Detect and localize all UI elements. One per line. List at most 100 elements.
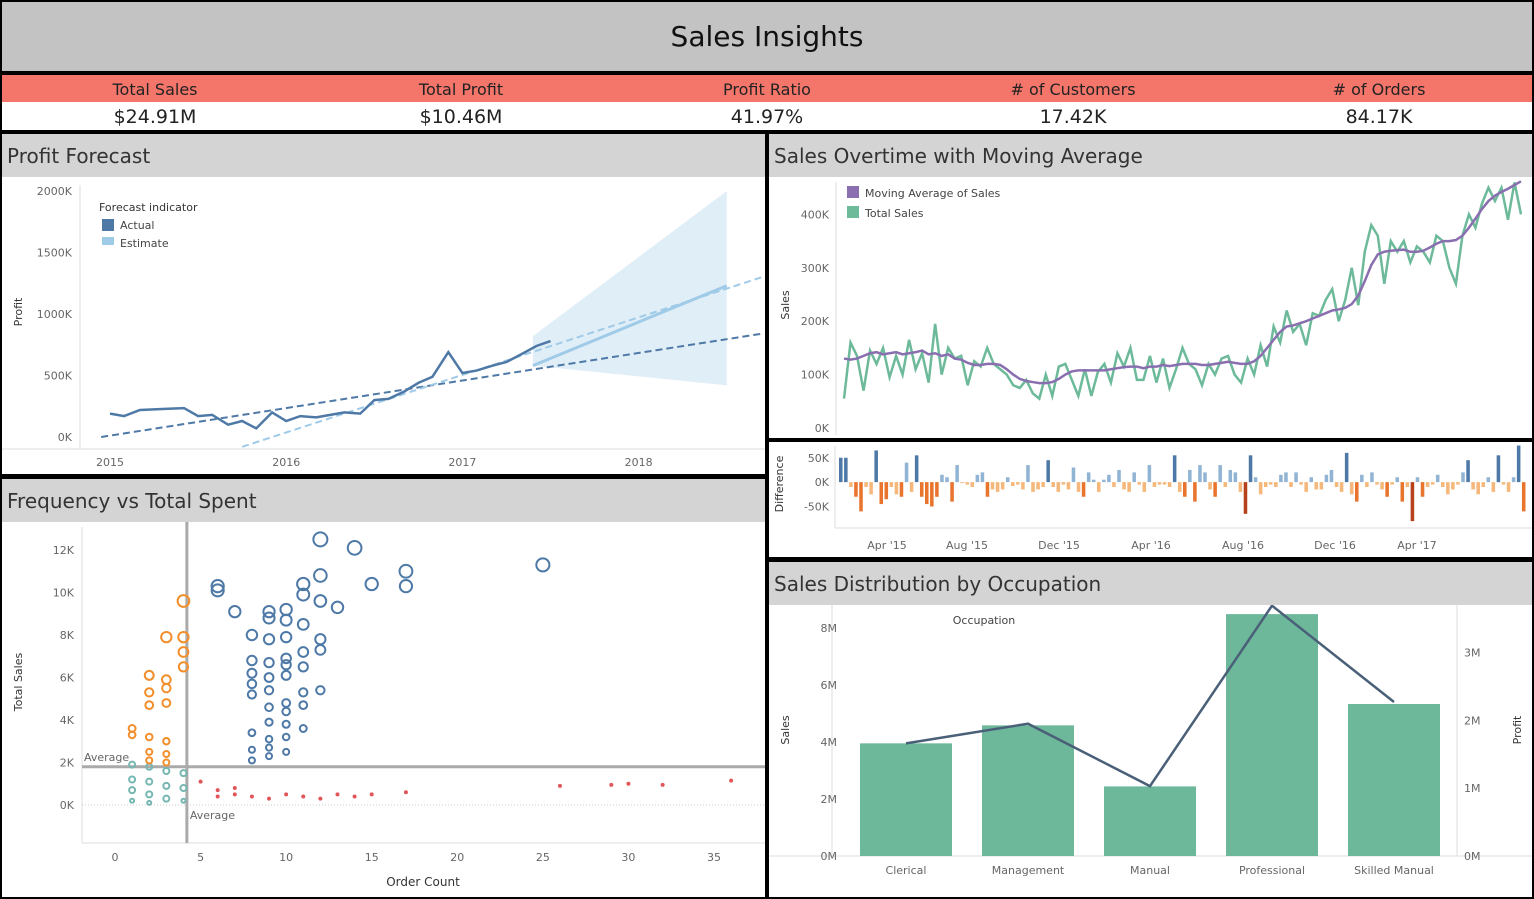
scatter-point <box>215 788 220 793</box>
scatter-point <box>301 794 306 799</box>
kpi-label-orders: # of Orders <box>1332 80 1426 99</box>
scatter-point <box>145 756 154 765</box>
scatter-point <box>263 672 275 683</box>
difference-bar <box>1218 465 1222 483</box>
difference-bar <box>1223 482 1228 487</box>
scatter-point <box>247 745 256 754</box>
scatter-point <box>160 630 173 644</box>
scatter-point <box>314 633 327 646</box>
kpi-value-orders: 84.17K <box>1345 106 1413 128</box>
difference-bar <box>1258 482 1263 495</box>
difference-bar <box>1380 482 1384 490</box>
sales-bar <box>860 743 952 856</box>
difference-bar <box>879 482 884 505</box>
scatter-point <box>398 563 414 579</box>
kpi-value-profit-ratio: 41.97% <box>730 106 804 128</box>
y-tick-label: -50K <box>804 501 830 514</box>
difference-bar <box>1430 482 1435 485</box>
profit-forecast-chart[interactable]: 0K 500K 1000K 1500K 2000K 2015 2016 2017 2018 Pro… <box>2 177 765 474</box>
difference-bar <box>1319 482 1324 490</box>
difference-bar <box>1157 482 1162 485</box>
difference-bar <box>1299 482 1303 485</box>
scatter-point <box>162 737 171 746</box>
difference-bar <box>1441 482 1445 487</box>
scatter-point <box>228 604 242 619</box>
difference-bar <box>975 474 980 483</box>
scatter-point <box>145 747 154 756</box>
scatter-point <box>335 792 340 797</box>
scatter-point <box>280 659 292 671</box>
difference-bar <box>945 477 949 483</box>
difference-bar <box>919 482 924 497</box>
difference-bar <box>1112 482 1116 487</box>
difference-bar <box>1188 469 1192 483</box>
difference-bar <box>1471 482 1475 490</box>
difference-bar <box>1076 482 1081 492</box>
difference-bar <box>1208 482 1212 490</box>
difference-bar <box>899 482 904 497</box>
difference-bar <box>1461 472 1465 483</box>
x-tick-label: 2015 <box>96 456 124 469</box>
difference-bar <box>1360 474 1364 483</box>
difference-bar <box>1016 482 1020 485</box>
y-axis-label: Difference <box>773 455 786 512</box>
difference-bar <box>1142 482 1147 492</box>
scatter-point <box>330 600 345 615</box>
y-tick-label: 100K <box>801 369 830 382</box>
difference-bar <box>1425 482 1430 487</box>
difference-bar <box>849 482 853 487</box>
scatter-point <box>315 685 326 696</box>
difference-bar <box>1365 482 1369 487</box>
y-tick-label: 4K <box>60 714 75 727</box>
difference-bar <box>859 482 863 512</box>
sales-difference-chart[interactable]: 50K 0K -50K Difference Apr '15 Aug '15 Dec '15… <box>769 442 1532 557</box>
difference-bar <box>1177 482 1182 492</box>
difference-bar <box>1420 482 1425 497</box>
scatter-point <box>246 689 257 700</box>
scatter-point <box>262 633 276 646</box>
sales-overtime-chart[interactable]: 0K 100K 200K 300K 400K Sales Moving Average of… <box>769 177 1532 438</box>
kpi-label-band: Total Sales Total Profit Profit Ratio # … <box>2 75 1532 102</box>
difference-bar <box>1395 477 1400 483</box>
scatter-point <box>127 730 137 740</box>
difference-bar <box>1456 482 1460 485</box>
occupation-chart[interactable]: 0M 2M 4M 6M 8M 0M 1M 2M 3M Sales Profit Occupation C… <box>769 605 1532 897</box>
x-tick-label: Aug '15 <box>946 539 988 552</box>
difference-bar <box>980 472 985 483</box>
x-tick-label: 30 <box>621 851 635 864</box>
difference-bar <box>1021 482 1025 490</box>
dashboard-header: Sales Insights <box>2 2 1532 71</box>
scatter-point <box>247 728 257 738</box>
scatter-point <box>609 782 614 787</box>
frequency-chart[interactable]: 0K 2K 4K 6K 8K 10K 12K 0 5 10 15 20 25 30 35 Order Coun… <box>2 522 765 897</box>
difference-bar <box>1243 482 1248 514</box>
y-tick-label: 500K <box>44 370 73 383</box>
y-tick-label: 50K <box>808 452 830 465</box>
difference-bar <box>1314 482 1319 490</box>
difference-bar <box>1385 482 1389 497</box>
difference-bar <box>1005 477 1010 483</box>
scatter-point <box>232 792 237 797</box>
y-tick-label: 8K <box>60 629 75 642</box>
difference-bar <box>1228 469 1233 483</box>
difference-bar <box>925 482 929 505</box>
y-tick-label: 2K <box>60 757 75 770</box>
difference-bar <box>1081 482 1086 497</box>
category-label: Skilled Manual <box>1354 864 1434 877</box>
y-tick-label: 6K <box>60 672 75 685</box>
scatter-point <box>162 767 171 775</box>
difference-bar <box>1410 482 1415 522</box>
difference-bar <box>1451 482 1455 490</box>
difference-bar <box>955 465 959 483</box>
difference-bar <box>1274 482 1278 487</box>
legend-swatch-moving-average <box>847 186 859 198</box>
scatter-point <box>144 687 155 698</box>
average-sales-label: Average <box>84 751 129 764</box>
scatter-point <box>369 792 374 797</box>
y-tick-label: 4M <box>821 736 838 749</box>
difference-bar <box>1506 482 1511 492</box>
scatter-point <box>364 576 379 592</box>
sales-bar <box>1226 614 1318 856</box>
scatter-point <box>264 734 274 744</box>
y2-tick-label: 2M <box>1464 714 1481 727</box>
